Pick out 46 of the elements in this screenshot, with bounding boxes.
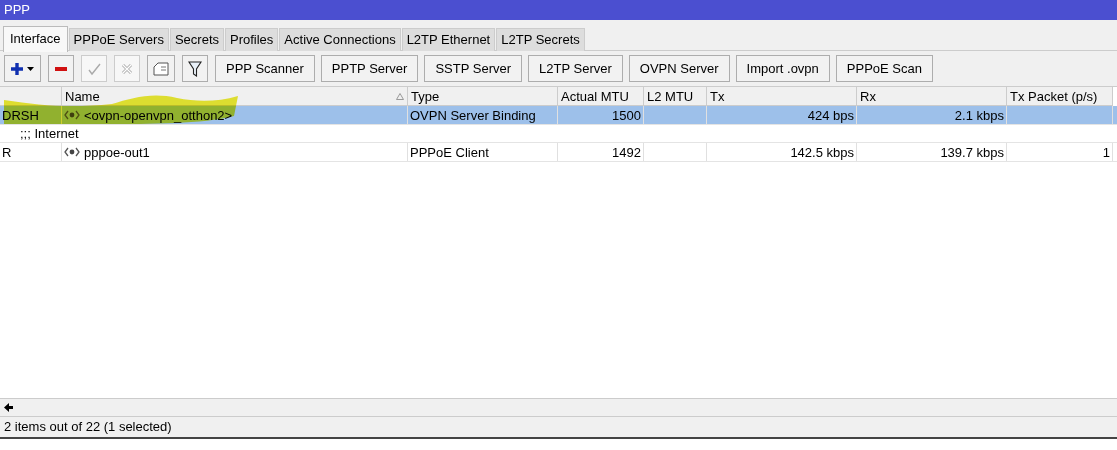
table-cell: 2.1 kbps bbox=[954, 107, 1004, 123]
table-cell: 424 bps bbox=[807, 107, 854, 123]
toolbar-button[interactable]: SSTP Server bbox=[424, 55, 523, 82]
table-cell: pppoe-out1 bbox=[84, 144, 150, 160]
toolbar-button[interactable]: PPP Scanner bbox=[215, 55, 315, 82]
table-cell: R bbox=[2, 144, 12, 160]
toolbar-button[interactable]: PPTP Server bbox=[320, 55, 419, 82]
comment-row[interactable]: ;;; Internet bbox=[0, 125, 1117, 143]
filter-icon bbox=[188, 60, 202, 77]
tab[interactable]: PPPoE Servers bbox=[68, 28, 169, 51]
toolbar-button[interactable]: OVPN Server bbox=[628, 55, 730, 82]
cross-icon bbox=[120, 61, 134, 76]
table-cell: 1492 bbox=[612, 144, 641, 160]
tab[interactable]: L2TP Ethernet bbox=[401, 28, 496, 51]
toolbar-button[interactable]: L2TP Server bbox=[528, 55, 623, 82]
table-cell: <ovpn-openvpn_otthon2> bbox=[84, 107, 233, 123]
column-header[interactable]: Type bbox=[408, 87, 558, 106]
column-header[interactable]: Rx bbox=[857, 87, 1007, 106]
column-header[interactable]: Tx Packet (p/s) bbox=[1007, 87, 1113, 106]
table-cell: PPPoE Client bbox=[410, 144, 489, 160]
column-header[interactable]: Actual MTU bbox=[558, 87, 644, 106]
column-header[interactable]: Tx bbox=[707, 87, 857, 106]
check-icon bbox=[87, 61, 101, 76]
remove-button[interactable] bbox=[48, 55, 74, 82]
note-icon bbox=[153, 61, 169, 76]
plus-icon bbox=[10, 61, 35, 76]
table-cell: 142.5 kbps bbox=[790, 144, 854, 160]
window-title: PPP bbox=[0, 0, 1117, 20]
tab[interactable]: L2TP Secrets bbox=[496, 28, 585, 51]
arrow-left-icon bbox=[4, 403, 13, 412]
table-cell: 1 bbox=[1102, 144, 1110, 160]
tab[interactable]: Active Connections bbox=[279, 28, 401, 51]
add-button[interactable] bbox=[4, 55, 41, 82]
table-cell: 1500 bbox=[612, 107, 641, 123]
tab[interactable]: Secrets bbox=[169, 28, 224, 51]
column-header[interactable]: L2 MTU bbox=[644, 87, 707, 106]
table-row[interactable]: R pppoe-out1 PPPoE Client 1492 142.5 kbps 139.7 kbps 1 bbox=[0, 143, 1117, 162]
tab[interactable]: Profiles bbox=[225, 28, 279, 51]
interface-icon bbox=[64, 147, 80, 157]
comment-text: ;;; Internet bbox=[20, 126, 79, 141]
table-cell: OVPN Server Binding bbox=[410, 107, 536, 123]
filter-button[interactable] bbox=[182, 55, 208, 82]
tab[interactable]: Interface bbox=[3, 26, 68, 52]
toolbar-button[interactable]: Import .ovpn bbox=[735, 55, 830, 82]
toolbar-button[interactable]: PPPoE Scan bbox=[835, 55, 933, 82]
table-cell: 139.7 kbps bbox=[940, 144, 1004, 160]
